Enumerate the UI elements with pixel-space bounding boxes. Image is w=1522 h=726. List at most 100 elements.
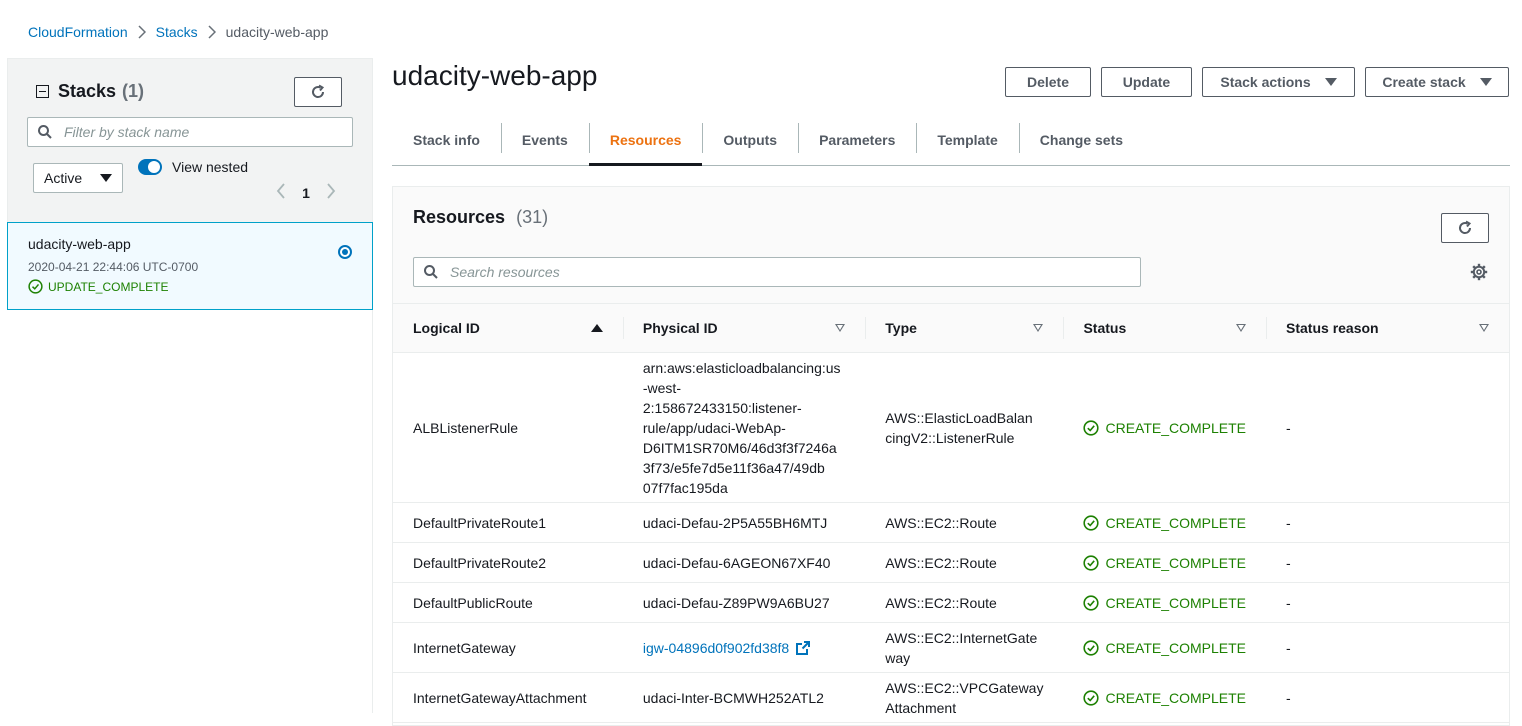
- cell-status-reason: -: [1266, 672, 1509, 723]
- physical-id-line: D6ITM1SR70M6/46d3f3f7246a: [642, 439, 837, 456]
- status-label: CREATE_COMPLETE: [1105, 639, 1247, 656]
- sort-icon: [1479, 324, 1489, 332]
- stack-actions-button[interactable]: Stack actions: [1202, 67, 1355, 97]
- tab-events[interactable]: Events: [500, 115, 589, 165]
- physical-id-link[interactable]: igw-04896d0f902fd38f8: [643, 640, 811, 656]
- column-label: Logical ID: [413, 320, 480, 336]
- resources-search-field[interactable]: [413, 257, 1141, 287]
- column-header-logical-id[interactable]: Logical ID: [393, 304, 623, 353]
- chevron-left-icon[interactable]: [276, 183, 286, 202]
- table-row: InternetGateway igw-04896d0f902fd38f8 AW…: [393, 622, 1509, 673]
- delete-button[interactable]: Delete: [1005, 67, 1091, 97]
- physical-id-line: 2:158672433150:listener-: [642, 399, 802, 416]
- cell-status: CREATE_COMPLETE: [1063, 352, 1267, 503]
- caret-down-icon: [100, 174, 112, 182]
- pagination: 1: [276, 183, 336, 202]
- cell-physical-id: udaci-Defau-6AGEON67XF40: [622, 542, 866, 583]
- stack-status-label: UPDATE_COMPLETE: [48, 279, 169, 294]
- chevron-right-icon[interactable]: [326, 183, 336, 202]
- column-label: Type: [885, 320, 917, 336]
- update-button[interactable]: Update: [1101, 67, 1192, 97]
- resources-title: Resources (31): [413, 207, 548, 228]
- table-row: DefaultPublicRoute udaci-Defau-Z89PW9A6B…: [393, 582, 1509, 623]
- table-row: InternetGatewayAttachment udaci-Inter-BC…: [393, 672, 1509, 723]
- resources-header: Resources (31): [393, 187, 1509, 303]
- cell-status-reason: -: [1266, 582, 1509, 623]
- sort-icon: [835, 324, 846, 332]
- cell-type: AWS::EC2::Route: [865, 502, 1064, 543]
- table-row: ALBListenerRule arn:aws:elasticloadbalan…: [393, 352, 1509, 503]
- resources-search-input[interactable]: [448, 263, 1057, 281]
- check-circle-icon: [28, 279, 43, 294]
- resources-title-label: Resources: [413, 207, 506, 227]
- view-nested-toggle[interactable]: [138, 159, 162, 175]
- breadcrumb-stacks[interactable]: Stacks: [156, 24, 198, 40]
- create-stack-button[interactable]: Create stack: [1365, 67, 1509, 97]
- cell-logical-id: InternetGatewayAttachment: [393, 672, 623, 723]
- column-header-status[interactable]: Status: [1063, 304, 1266, 353]
- cell-status: CREATE_COMPLETE: [1063, 672, 1267, 723]
- column-header-type[interactable]: Type: [865, 304, 1063, 353]
- page-title: udacity-web-app: [392, 60, 598, 91]
- tab-template[interactable]: Template: [916, 115, 1018, 165]
- tab-change-sets[interactable]: Change sets: [1018, 115, 1144, 165]
- type-line: cingV2::ListenerRule: [885, 429, 1015, 446]
- cell-type: AWS::EC2::Route: [865, 542, 1064, 583]
- stack-date: 2020-04-21 22:44:06 UTC-0700: [28, 260, 199, 274]
- caret-down-icon: [1479, 78, 1492, 86]
- type-line: AWS::ElasticLoadBalan: [885, 409, 1033, 426]
- create-stack-label: Create stack: [1382, 74, 1466, 90]
- table-row: DefaultPrivateRoute1 udaci-Defau-2P5A55B…: [393, 502, 1509, 543]
- sort-icon: [1236, 324, 1247, 332]
- cell-type: AWS::EC2::InternetGate way: [865, 622, 1064, 673]
- view-nested-toggle-wrap: View nested: [138, 159, 248, 175]
- cell-physical-id: udaci-Defau-2P5A55BH6MTJ: [622, 502, 866, 543]
- cell-status-reason: -: [1266, 502, 1509, 543]
- tab-outputs[interactable]: Outputs: [702, 115, 798, 165]
- refresh-resources-button[interactable]: [1441, 213, 1489, 243]
- page-number[interactable]: 1: [286, 185, 326, 201]
- cell-status-reason: -: [1266, 622, 1509, 673]
- check-circle-icon: [1083, 639, 1100, 656]
- resources-count: (31): [516, 207, 549, 227]
- tab-parameters[interactable]: Parameters: [798, 115, 916, 165]
- column-header-status-reason[interactable]: Status reason: [1266, 304, 1509, 353]
- physical-id-link-label: igw-04896d0f902fd38f8: [642, 639, 790, 656]
- stack-radio[interactable]: [338, 245, 352, 259]
- column-header-physical-id[interactable]: Physical ID: [622, 304, 865, 353]
- tab-stack-info[interactable]: Stack info: [392, 115, 501, 165]
- physical-id-line: rule/app/udaci-WebAp-: [642, 419, 786, 436]
- refresh-stacks-button[interactable]: [294, 77, 342, 107]
- breadcrumb-current: udacity-web-app: [225, 24, 329, 40]
- search-icon: [424, 265, 438, 279]
- delete-button-label: Delete: [1026, 74, 1070, 90]
- collapse-icon[interactable]: [36, 85, 49, 98]
- status-label: CREATE_COMPLETE: [1105, 594, 1247, 611]
- type-line: way: [885, 649, 911, 666]
- cell-status: CREATE_COMPLETE: [1063, 502, 1267, 543]
- physical-id-line: 3f73/e5fe7d5e11f36a47/49db: [642, 459, 825, 476]
- cell-status: CREATE_COMPLETE: [1063, 582, 1267, 623]
- sort-ascending-icon: [590, 324, 603, 332]
- stack-list-item[interactable]: udacity-web-app 2020-04-21 22:44:06 UTC-…: [7, 222, 373, 310]
- check-circle-icon: [1083, 419, 1100, 436]
- stack-actions-label: Stack actions: [1220, 74, 1311, 90]
- stack-filter-input[interactable]: [62, 123, 329, 141]
- cell-status-reason: -: [1266, 352, 1509, 503]
- status-label: CREATE_COMPLETE: [1105, 514, 1247, 531]
- cell-type: AWS::EC2::VPCGateway Attachment: [865, 672, 1064, 723]
- breadcrumb-cloudformation[interactable]: CloudFormation: [28, 24, 128, 40]
- external-link-icon: [796, 640, 811, 655]
- tab-resources[interactable]: Resources: [588, 115, 703, 166]
- cell-type: AWS::ElasticLoadBalan cingV2::ListenerRu…: [865, 352, 1064, 503]
- cell-status: CREATE_COMPLETE: [1063, 542, 1267, 583]
- status-filter-select[interactable]: Active: [33, 163, 123, 193]
- physical-id-line: 07f7fac195da: [642, 479, 728, 496]
- breadcrumb: CloudFormation Stacks udacity-web-app: [28, 22, 328, 42]
- stacks-panel-header: Stacks (1) Active View nested 1: [7, 58, 373, 223]
- chevron-right-icon: [128, 25, 156, 39]
- gear-icon[interactable]: [1470, 263, 1488, 281]
- search-icon: [38, 125, 52, 139]
- stack-filter-field[interactable]: [27, 117, 353, 147]
- physical-id-line: arn:aws:elasticloadbalancing:us: [642, 359, 841, 376]
